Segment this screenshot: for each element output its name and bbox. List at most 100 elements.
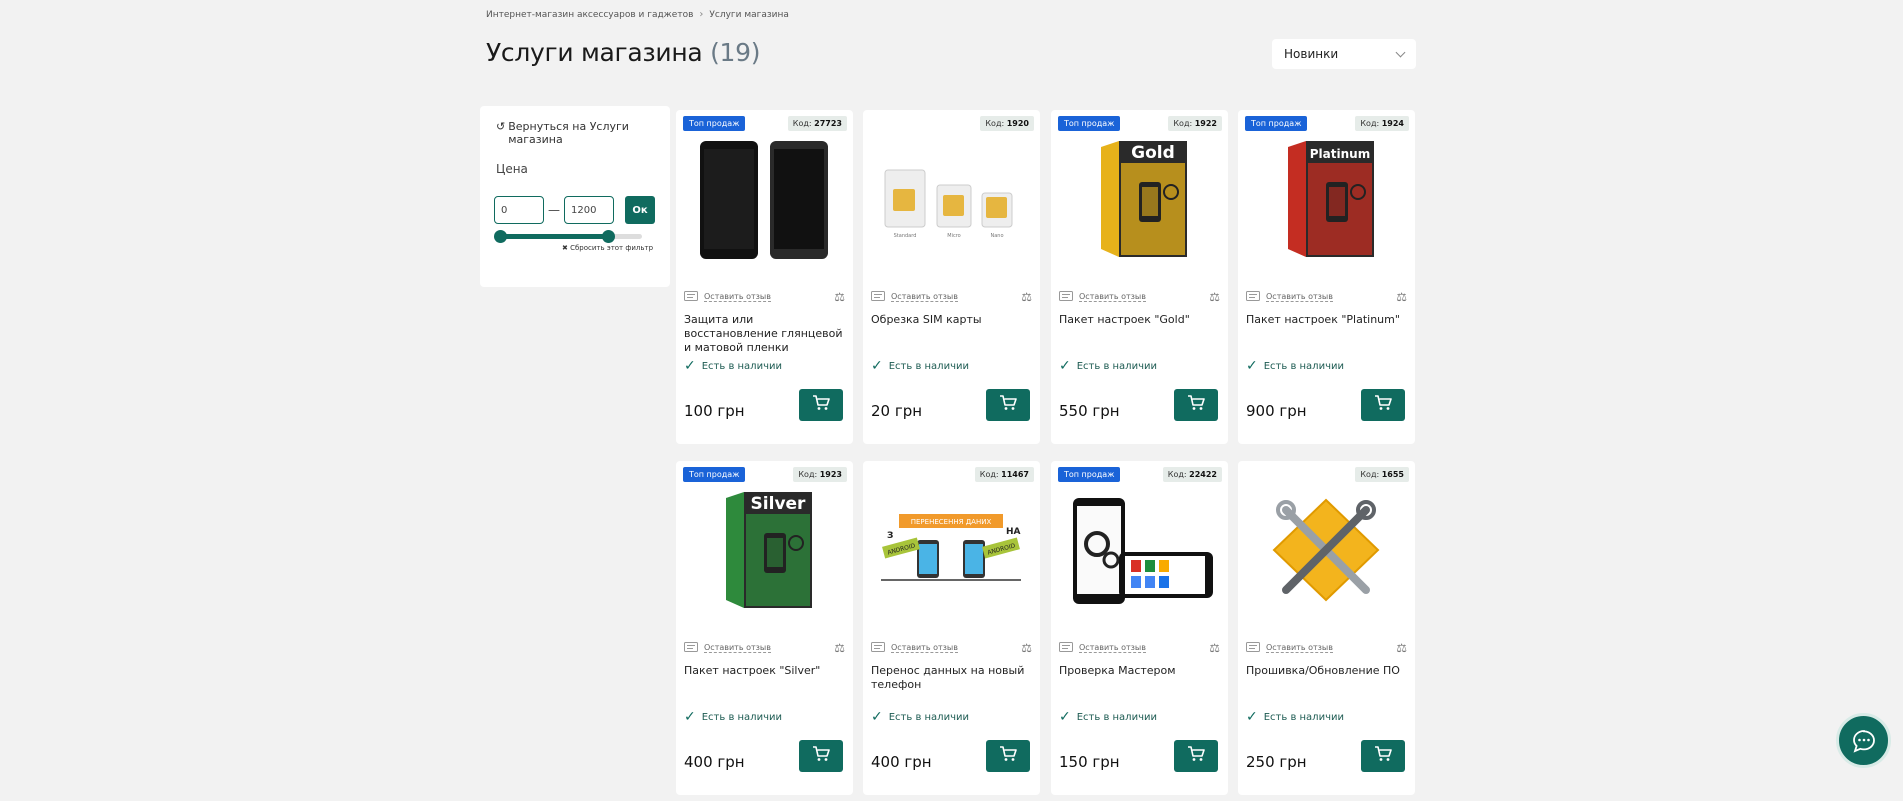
stock-status: ✓ Есть в наличии (1246, 358, 1344, 374)
product-price: 900 грн (1246, 402, 1307, 420)
product-price: 20 грн (871, 402, 923, 420)
price-slider-max-handle[interactable] (602, 230, 615, 243)
compare-scale-icon[interactable]: ⚖ (834, 290, 845, 304)
leave-review-link[interactable]: Оставить отзыв (891, 292, 958, 302)
product-price: 100 грн (684, 402, 745, 420)
product-card[interactable]: Код: 1920 Standard Micro Nano Оставить отз… (863, 110, 1040, 444)
product-price: 550 грн (1059, 402, 1120, 420)
chat-button[interactable] (1836, 713, 1891, 768)
add-to-cart-button[interactable] (986, 389, 1030, 421)
price-max-input[interactable] (564, 196, 614, 224)
review-row: Оставить отзыв ⚖ (1246, 290, 1407, 304)
product-code: Код: 1924 (1355, 116, 1409, 131)
compare-scale-icon[interactable]: ⚖ (1021, 641, 1032, 655)
svg-text:Standard: Standard (894, 233, 917, 239)
add-to-cart-button[interactable] (799, 740, 843, 772)
product-name[interactable]: Пакет настроек "Silver" (684, 664, 849, 678)
price-ok-button[interactable]: Ок (625, 196, 655, 224)
cart-icon (1187, 395, 1205, 415)
svg-text:Platinum: Platinum (1310, 147, 1370, 161)
product-code-value: 1924 (1381, 119, 1404, 128)
data-transfer-icon[interactable]: ПЕРЕНЕСЕННЯ ДАНИХ ANDROID ANDROID З НА (871, 488, 1032, 613)
price-slider-min-handle[interactable] (494, 230, 507, 243)
product-code-label: Код: (792, 119, 812, 128)
add-to-cart-button[interactable] (1361, 389, 1405, 421)
leave-review-link[interactable]: Оставить отзыв (704, 643, 771, 653)
compare-scale-icon[interactable]: ⚖ (834, 641, 845, 655)
review-icon (1246, 642, 1260, 654)
product-code-label: Код: (985, 119, 1005, 128)
product-card[interactable]: Топ продаж Код: 1923 Silver Оставить отз… (676, 461, 853, 795)
range-dash: — (548, 203, 560, 217)
product-card[interactable]: Топ продаж Код: 27723 Оставить отзыв ⚖ З… (676, 110, 853, 444)
firmware-tools-icon[interactable] (1246, 488, 1407, 613)
add-to-cart-button[interactable] (1174, 740, 1218, 772)
top-sales-badge: Топ продаж (683, 467, 746, 482)
review-row: Оставить отзыв ⚖ (871, 290, 1032, 304)
product-name[interactable]: Проверка Мастером (1059, 664, 1224, 678)
platinum-box-icon[interactable]: Platinum (1246, 137, 1407, 262)
stock-label: Есть в наличии (888, 360, 969, 372)
leave-review-link[interactable]: Оставить отзыв (1266, 292, 1333, 302)
add-to-cart-button[interactable] (799, 389, 843, 421)
add-to-cart-button[interactable] (986, 740, 1030, 772)
check-icon: ✓ (1246, 709, 1258, 725)
product-code-value: 1923 (819, 470, 842, 479)
page-title-text: Услуги магазина (486, 38, 703, 67)
product-card[interactable]: Код: 11467 ПЕРЕНЕСЕННЯ ДАНИХ ANDROID ANDRO… (863, 461, 1040, 795)
silver-box-icon[interactable]: Silver (684, 488, 845, 613)
item-count: (19) (710, 38, 761, 67)
product-card[interactable]: Топ продаж Код: 1924 Platinum Оставить о… (1238, 110, 1415, 444)
svg-text:З: З (887, 531, 893, 541)
leave-review-link[interactable]: Оставить отзыв (891, 643, 958, 653)
leave-review-link[interactable]: Оставить отзыв (1079, 643, 1146, 653)
add-to-cart-button[interactable] (1174, 389, 1218, 421)
svg-text:Nano: Nano (990, 233, 1003, 239)
product-card[interactable]: Код: 1655 Оставить отзыв ⚖ Прошивка/Обно… (1238, 461, 1415, 795)
sort-select[interactable]: Новинки (1272, 39, 1416, 69)
product-name[interactable]: Обрезка SIM карты (871, 313, 1036, 327)
compare-scale-icon[interactable]: ⚖ (1396, 290, 1407, 304)
undo-icon: ↺ (496, 120, 506, 133)
add-to-cart-button[interactable] (1361, 740, 1405, 772)
chevron-right-icon: › (699, 9, 704, 20)
product-code: Код: 11467 (974, 467, 1034, 482)
back-link[interactable]: ↺ Вернуться на Услуги магазина (496, 120, 654, 146)
phones-icon[interactable] (684, 137, 845, 262)
stock-label: Есть в наличии (1263, 360, 1344, 372)
product-code-label: Код: (798, 470, 818, 479)
product-code: Код: 1922 (1168, 116, 1222, 131)
compare-scale-icon[interactable]: ⚖ (1021, 290, 1032, 304)
reset-filter-link[interactable]: ✖ Сбросить этот фильтр (562, 244, 653, 252)
product-card[interactable]: Топ продаж Код: 1922 Gold Оставить отзыв… (1051, 110, 1228, 444)
price-min-input[interactable] (494, 196, 544, 224)
sim-cards-icon[interactable]: Standard Micro Nano (871, 137, 1032, 262)
cart-icon (812, 395, 830, 415)
compare-scale-icon[interactable]: ⚖ (1209, 641, 1220, 655)
product-name[interactable]: Прошивка/Обновление ПО (1246, 664, 1411, 678)
leave-review-link[interactable]: Оставить отзыв (1079, 292, 1146, 302)
compare-scale-icon[interactable]: ⚖ (1396, 641, 1407, 655)
breadcrumb-home[interactable]: Интернет-магазин аксессуаров и гаджетов (486, 10, 693, 20)
back-link-label: Вернуться на Услуги магазина (508, 120, 629, 146)
review-icon (1059, 291, 1073, 303)
product-name[interactable]: Перенос данных на новый телефон (871, 664, 1036, 692)
stock-label: Есть в наличии (1076, 711, 1157, 723)
review-row: Оставить отзыв ⚖ (684, 290, 845, 304)
product-name[interactable]: Защита или восстановление глянцевой и ма… (684, 313, 849, 355)
price-slider[interactable] (494, 230, 642, 243)
price-range: — Ок (494, 196, 655, 224)
leave-review-link[interactable]: Оставить отзыв (704, 292, 771, 302)
product-name[interactable]: Пакет настроек "Platinum" (1246, 313, 1411, 327)
product-card[interactable]: Топ продаж Код: 22422 Оставить отзыв ⚖ П… (1051, 461, 1228, 795)
product-code-label: Код: (1167, 470, 1187, 479)
product-code-label: Код: (1173, 119, 1193, 128)
product-code: Код: 22422 (1162, 467, 1222, 482)
master-check-icon[interactable] (1059, 488, 1220, 613)
product-name[interactable]: Пакет настроек "Gold" (1059, 313, 1224, 327)
leave-review-link[interactable]: Оставить отзыв (1266, 643, 1333, 653)
check-icon: ✓ (871, 358, 883, 374)
compare-scale-icon[interactable]: ⚖ (1209, 290, 1220, 304)
product-price: 250 грн (1246, 753, 1307, 771)
gold-box-icon[interactable]: Gold (1059, 137, 1220, 262)
